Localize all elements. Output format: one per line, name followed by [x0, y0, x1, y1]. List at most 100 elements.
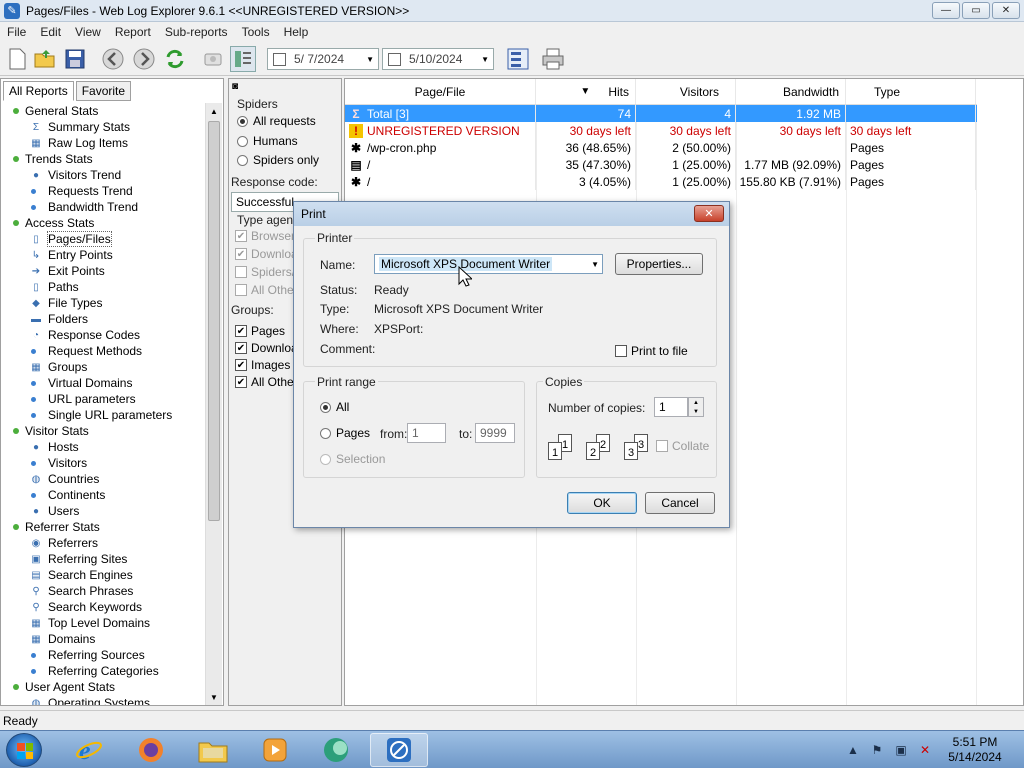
group-download-checkbox[interactable]: ✔ Downloa [235, 341, 298, 355]
tree-item[interactable]: ◍ Operating Systems [3, 695, 203, 705]
tree-item[interactable]: ⚲ Search Keywords [3, 599, 203, 615]
columns-icon[interactable] [505, 46, 531, 72]
column-header-hits[interactable]: ▼ Hits [536, 79, 636, 104]
column-header-visitors[interactable]: Visitors [636, 79, 736, 104]
tree-item[interactable]: Requests Trend [3, 183, 203, 199]
printer-name-select[interactable]: Microsoft XPS Document Writer ▼ [374, 254, 603, 274]
clock[interactable]: 5:51 PM 5/14/2024 [940, 735, 1010, 765]
agent-spiders-checkbox[interactable]: Spiders/ [235, 265, 295, 279]
tree-item[interactable]: Continents [3, 487, 203, 503]
tree-item[interactable]: ● Hosts [3, 439, 203, 455]
copies-input[interactable]: 1 [654, 397, 688, 417]
tree-category[interactable]: Trends Stats [3, 151, 203, 167]
range-from-input[interactable]: 1 [407, 423, 446, 443]
tree-item[interactable]: ▤ Search Engines [3, 567, 203, 583]
column-header-bandwidth[interactable]: Bandwidth [736, 79, 846, 104]
table-row[interactable]: ✱/wp-cron.php 36 (48.65%) 2 (50.00%) Pages [345, 139, 977, 156]
column-header-type[interactable]: Type [846, 79, 976, 104]
agent-all-other-checkbox[interactable]: All Other [235, 283, 298, 297]
properties-button[interactable]: Properties... [615, 253, 703, 275]
tree-item[interactable]: ◍ Countries [3, 471, 203, 487]
app-icon-green[interactable] [308, 733, 366, 767]
stop-icon[interactable] [200, 46, 226, 72]
menu-tools[interactable]: Tools [235, 25, 277, 39]
scroll-up-icon[interactable]: ▲ [206, 103, 222, 119]
radio-spiders-only[interactable]: Spiders only [237, 153, 319, 167]
file-explorer-icon[interactable] [184, 733, 242, 767]
new-file-icon[interactable] [4, 46, 30, 72]
date-from-picker[interactable]: 5/ 7/2024 ▼ [267, 48, 379, 70]
tree-item[interactable]: Referring Categories [3, 663, 203, 679]
table-row[interactable]: ! UNREGISTERED VERSION 30 days left 30 days… [345, 122, 977, 139]
show-hidden-icons-icon[interactable]: ▲ [844, 742, 862, 758]
network-icon[interactable]: ▣ [892, 742, 910, 758]
tree-scrollbar[interactable]: ▲ ▼ [205, 103, 222, 705]
tree-item[interactable]: ▣ Referring Sites [3, 551, 203, 567]
cancel-button[interactable]: Cancel [645, 492, 715, 514]
ok-button[interactable]: OK [567, 492, 637, 514]
minimize-button[interactable]: — [932, 2, 960, 19]
maximize-button[interactable]: ▭ [962, 2, 990, 19]
copies-spinner[interactable]: ▲ ▼ [688, 397, 704, 417]
tree-item[interactable]: ▦ Groups [3, 359, 203, 375]
print-to-file-checkbox[interactable]: Print to file [615, 344, 688, 358]
action-center-flag-icon[interactable]: ⚑ [868, 742, 886, 758]
tab-all-reports[interactable]: All Reports [3, 81, 74, 101]
menu-file[interactable]: File [0, 25, 33, 39]
agent-download-checkbox[interactable]: ✔ Downloa [235, 247, 298, 261]
agent-browsers-checkbox[interactable]: ✔ Browsers [235, 229, 301, 243]
tree-item[interactable]: Single URL parameters [3, 407, 203, 423]
tree-item[interactable]: ▦ Domains [3, 631, 203, 647]
tree-item[interactable]: ▯ Pages/Files [3, 231, 203, 247]
radio-all-requests[interactable]: All requests [237, 114, 316, 128]
tree-item[interactable]: ▦ Top Level Domains [3, 615, 203, 631]
chevron-down-icon[interactable]: ▼ [481, 55, 489, 64]
date-to-checkbox[interactable] [388, 52, 401, 66]
save-icon[interactable] [62, 46, 88, 72]
range-pages-radio[interactable]: Pages [320, 426, 370, 440]
date-from-checkbox[interactable] [273, 52, 286, 66]
media-player-icon[interactable] [246, 733, 304, 767]
tree-item[interactable]: Request Methods [3, 343, 203, 359]
group-pages-checkbox[interactable]: ✔ Pages [235, 324, 285, 338]
tree-item[interactable]: Σ Summary Stats [3, 119, 203, 135]
tree-item[interactable]: ➔ Exit Points [3, 263, 203, 279]
tree-category[interactable]: Referrer Stats [3, 519, 203, 535]
web-log-explorer-taskbar-icon[interactable] [370, 733, 428, 767]
print-icon[interactable] [540, 46, 566, 72]
radio-humans[interactable]: Humans [237, 134, 298, 148]
tree-item[interactable]: ● Users [3, 503, 203, 519]
range-selection-radio[interactable]: Selection [320, 452, 385, 466]
tree-item[interactable]: ◔ Response Codes [3, 327, 203, 343]
tree-item[interactable]: URL parameters [3, 391, 203, 407]
group-images-checkbox[interactable]: ✔ Images [235, 358, 290, 372]
tree-category[interactable]: User Agent Stats [3, 679, 203, 695]
tree-item[interactable]: ↳ Entry Points [3, 247, 203, 263]
close-button[interactable]: ✕ [992, 2, 1020, 19]
table-row[interactable]: ✱/3 (4.05%) 1 (25.00%) 155.80 KB (7.91%) Pa… [345, 173, 977, 190]
tree-item[interactable]: Virtual Domains [3, 375, 203, 391]
tree-category[interactable]: General Stats [3, 103, 203, 119]
open-folder-icon[interactable] [32, 46, 58, 72]
collate-checkbox[interactable]: Collate [656, 439, 709, 453]
firefox-icon[interactable] [122, 733, 180, 767]
tree-item[interactable]: ▬ Folders [3, 311, 203, 327]
chevron-down-icon[interactable]: ▼ [591, 255, 599, 273]
tab-favorite[interactable]: Favorite [75, 81, 132, 101]
forward-icon[interactable] [131, 46, 157, 72]
chevron-down-icon[interactable]: ▼ [366, 55, 374, 64]
menu-help[interactable]: Help [277, 25, 316, 39]
tree-item[interactable]: ◉ Referrers [3, 535, 203, 551]
column-header-page[interactable]: Page/File [345, 79, 536, 104]
range-all-radio[interactable]: All [320, 400, 349, 414]
back-icon[interactable] [100, 46, 126, 72]
print-dialog-close-button[interactable]: ✕ [694, 205, 724, 222]
menu-report[interactable]: Report [108, 25, 158, 39]
range-to-input[interactable]: 9999 [475, 423, 515, 443]
scroll-thumb[interactable] [208, 121, 220, 521]
refresh-icon[interactable] [162, 46, 188, 72]
menu-sub-reports[interactable]: Sub-reports [158, 25, 235, 39]
tree-category[interactable]: Visitor Stats [3, 423, 203, 439]
tree-item[interactable]: Visitors [3, 455, 203, 471]
tree-item[interactable]: ⚲ Search Phrases [3, 583, 203, 599]
